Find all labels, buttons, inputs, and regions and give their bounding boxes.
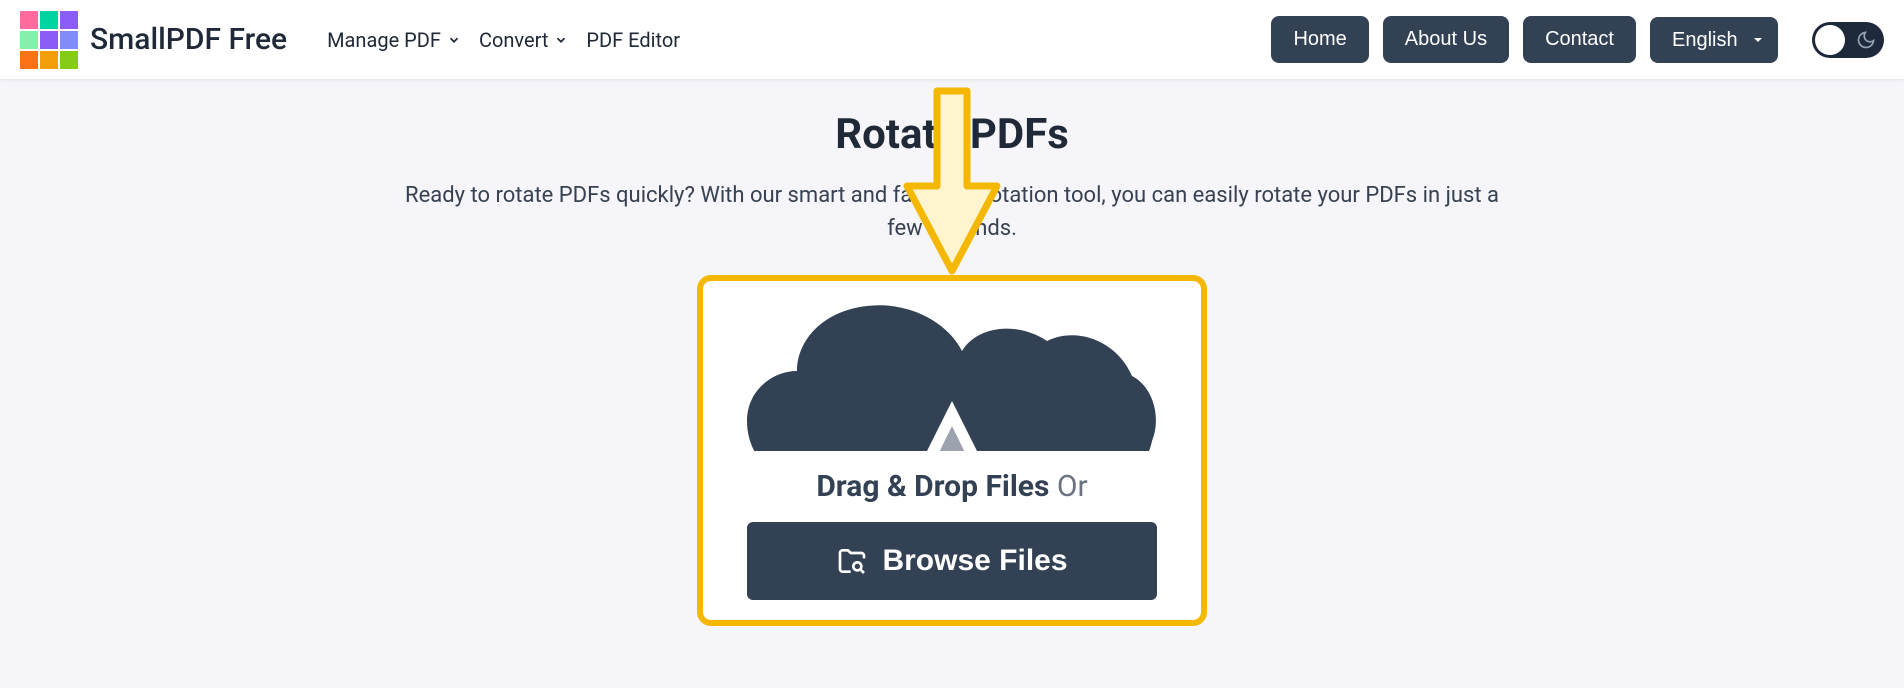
drop-text: Drag & Drop Files Or: [723, 469, 1181, 504]
toggle-knob: [1815, 25, 1845, 55]
nav-convert[interactable]: Convert: [479, 28, 568, 52]
home-button[interactable]: Home: [1271, 16, 1368, 63]
or-label: Or: [1057, 469, 1088, 504]
main-content: Rotate PDFs Ready to rotate PDFs quickly…: [0, 80, 1904, 656]
drop-zone[interactable]: Drag & Drop Files Or Browse Files: [697, 275, 1207, 626]
nav-convert-label: Convert: [479, 28, 548, 52]
contact-button[interactable]: Contact: [1523, 16, 1636, 63]
logo-section[interactable]: SmallPDF Free: [20, 11, 287, 69]
nav-manage-pdf-label: Manage PDF: [327, 28, 441, 52]
arrow-down-icon: [902, 86, 1002, 276]
nav-pdf-editor[interactable]: PDF Editor: [586, 28, 680, 52]
theme-toggle[interactable]: [1812, 22, 1884, 58]
folder-search-icon: [836, 545, 868, 577]
nav-menu: Manage PDF Convert PDF Editor: [327, 28, 680, 52]
drag-drop-label: Drag & Drop Files: [816, 469, 1049, 504]
chevron-down-icon: [447, 33, 461, 47]
language-select[interactable]: English: [1650, 17, 1778, 63]
header: SmallPDF Free Manage PDF Convert PDF Edi…: [0, 0, 1904, 80]
logo-icon: [20, 11, 78, 69]
cloud-upload-icon: [747, 291, 1157, 451]
chevron-down-icon: [554, 33, 568, 47]
browse-files-button[interactable]: Browse Files: [747, 522, 1157, 600]
about-button[interactable]: About Us: [1383, 16, 1509, 63]
nav-buttons: Home About Us Contact English: [1271, 16, 1884, 63]
nav-pdf-editor-label: PDF Editor: [586, 28, 680, 52]
moon-icon: [1856, 30, 1876, 50]
logo-text: SmallPDF Free: [90, 22, 287, 57]
browse-label: Browse Files: [882, 544, 1067, 578]
nav-manage-pdf[interactable]: Manage PDF: [327, 28, 461, 52]
